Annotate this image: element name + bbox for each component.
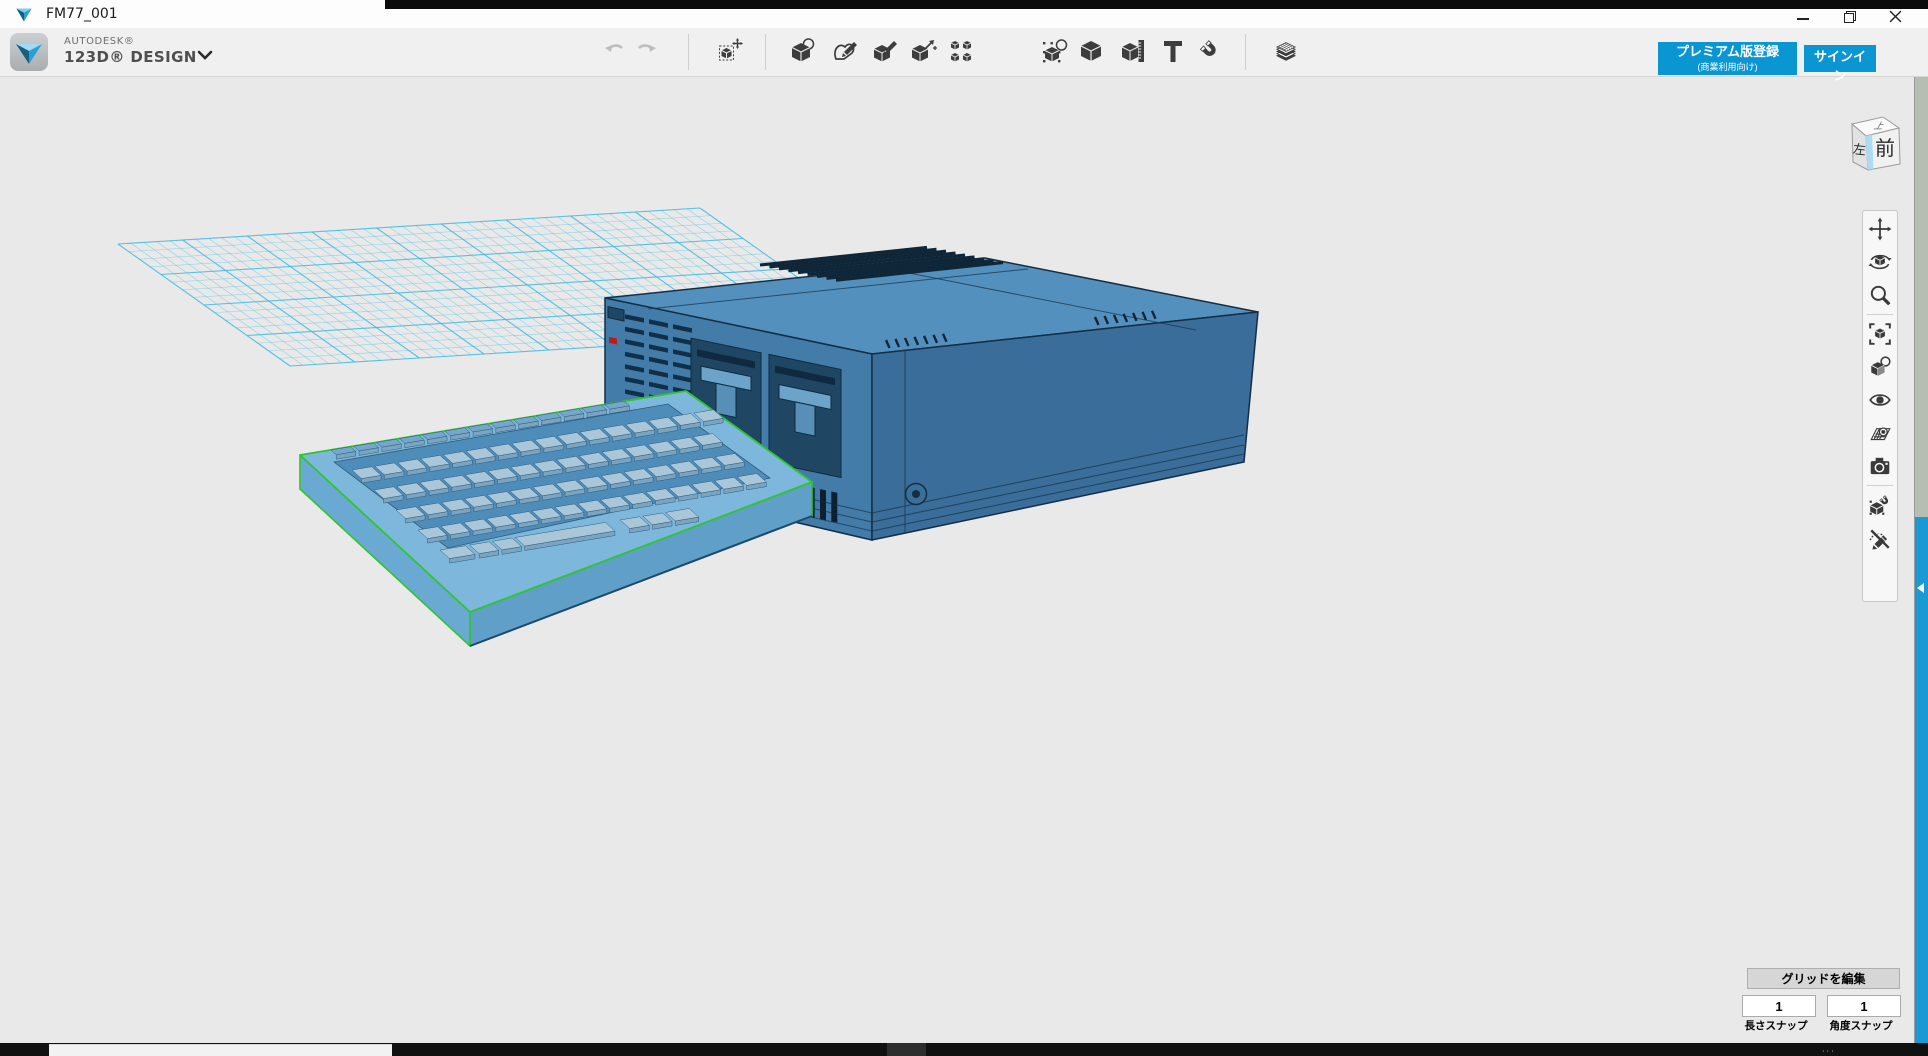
toolbar-separator: [1245, 34, 1246, 70]
123d-logo-icon: [10, 33, 48, 71]
edit-grid-button[interactable]: グリッドを編集: [1747, 968, 1900, 989]
zoom-button[interactable]: [1865, 280, 1895, 310]
view-cube-left-label: 左: [1852, 142, 1867, 158]
undo-icon: [601, 37, 629, 65]
brand-autodesk: AUTODESK®: [64, 36, 197, 48]
pattern-button[interactable]: [944, 34, 978, 70]
smart-scale-button[interactable]: [906, 34, 940, 70]
transform-move-button[interactable]: [713, 34, 747, 70]
eye-icon: [1868, 388, 1892, 412]
hide-sketches-button[interactable]: [1865, 523, 1895, 553]
show-hide-button[interactable]: [1865, 385, 1895, 415]
undo-button[interactable]: [598, 34, 632, 70]
material-button[interactable]: [1865, 352, 1895, 382]
smart-scale-icon: [909, 37, 937, 65]
zoom-icon: [1868, 283, 1892, 307]
text-icon: [1159, 37, 1187, 65]
orbit-button[interactable]: [1865, 247, 1895, 277]
sketch-icon: [831, 37, 859, 65]
measure-button[interactable]: [1116, 34, 1150, 70]
camera-icon: [1868, 454, 1892, 478]
transform-move-icon: [716, 37, 744, 65]
orbit-icon: [1868, 250, 1892, 274]
toolbar-separator: [688, 34, 689, 70]
pan-icon: [1868, 217, 1892, 241]
autodesk-logo-icon: [9, 5, 39, 25]
group-icon: [1041, 37, 1069, 65]
close-icon: [1889, 10, 1902, 23]
main-menu-chevron[interactable]: [188, 38, 222, 74]
app-menu-button[interactable]: [10, 33, 48, 71]
fit-button[interactable]: [1865, 319, 1895, 349]
screen-top-artifact: [385, 0, 1928, 9]
taskbar-icon-block[interactable]: [887, 1043, 926, 1056]
taskbar-clock-fragment: ···: [1822, 1050, 1852, 1055]
panel-expand-arrow-icon[interactable]: [1917, 583, 1924, 593]
toolbar-separator: [765, 34, 766, 70]
snap-magnet-icon: [1196, 37, 1224, 65]
view-cube-front-label: 前: [1875, 136, 1895, 160]
grid-visibility-button[interactable]: [1865, 418, 1895, 448]
premium-register-label: プレミアム版登録: [1664, 44, 1791, 60]
taskbar-search-area[interactable]: [49, 1044, 392, 1056]
extrude-button[interactable]: [868, 34, 902, 70]
taskbar-cutoff: ···: [0, 1043, 1928, 1056]
restore-icon: [1844, 11, 1855, 22]
construction-layers-icon: [1272, 37, 1300, 65]
group-button[interactable]: [1038, 34, 1072, 70]
measure-icon: [1119, 37, 1147, 65]
navigation-panel: [1862, 210, 1898, 602]
sign-in-button[interactable]: サインイン: [1804, 45, 1876, 72]
text-button[interactable]: [1156, 34, 1190, 70]
length-snap-input[interactable]: [1742, 995, 1816, 1017]
premium-register-button[interactable]: プレミアム版登録 (商業利用向け): [1658, 42, 1797, 75]
snap-button[interactable]: [1193, 34, 1227, 70]
combine-icon: [1077, 37, 1105, 65]
brand-block: AUTODESK® 123D® DESIGN: [64, 36, 197, 66]
fit-icon: [1868, 322, 1892, 346]
snap-settings-icon: [1868, 493, 1892, 517]
collapsed-panel-strip[interactable]: [1914, 517, 1928, 1043]
redo-icon: [632, 37, 660, 65]
screenshot-button[interactable]: [1865, 451, 1895, 481]
hide-sketches-icon: [1868, 526, 1892, 550]
nav-divider: [1867, 314, 1893, 315]
material-icon: [1868, 355, 1892, 379]
view-cube[interactable]: 前 左 上: [1836, 106, 1912, 182]
window-title: FM77_001: [46, 6, 118, 22]
premium-register-sublabel: (商業利用向け): [1664, 60, 1791, 73]
grid-eye-icon: [1868, 421, 1892, 445]
angle-snap-input[interactable]: [1827, 995, 1901, 1017]
screen-right-artifact: [1914, 76, 1928, 517]
chevron-down-icon: [194, 44, 216, 66]
viewport-3d[interactable]: [0, 0, 1928, 1056]
construction-button[interactable]: [1269, 34, 1303, 70]
primitives-button[interactable]: [786, 34, 820, 70]
minimize-icon: [1797, 18, 1809, 20]
sketch-button[interactable]: [828, 34, 862, 70]
model-keyboard[interactable]: [300, 391, 812, 646]
main-toolbar: AUTODESK® 123D® DESIGN: [0, 28, 1928, 77]
combine-button[interactable]: [1074, 34, 1108, 70]
brand-123d-design: 123D® DESIGN: [64, 48, 197, 66]
snap-settings-button[interactable]: [1865, 490, 1895, 520]
primitives-icon: [789, 37, 817, 65]
redo-button[interactable]: [629, 34, 663, 70]
pan-button[interactable]: [1865, 214, 1895, 244]
pattern-icon: [947, 37, 975, 65]
app-window: FM77_001 AUTODESK® 123D® DESIG: [0, 0, 1928, 1056]
length-snap-label: 長さスナップ: [1741, 1018, 1811, 1033]
angle-snap-label: 角度スナップ: [1826, 1018, 1896, 1033]
extrude-icon: [871, 37, 899, 65]
nav-divider: [1867, 485, 1893, 486]
